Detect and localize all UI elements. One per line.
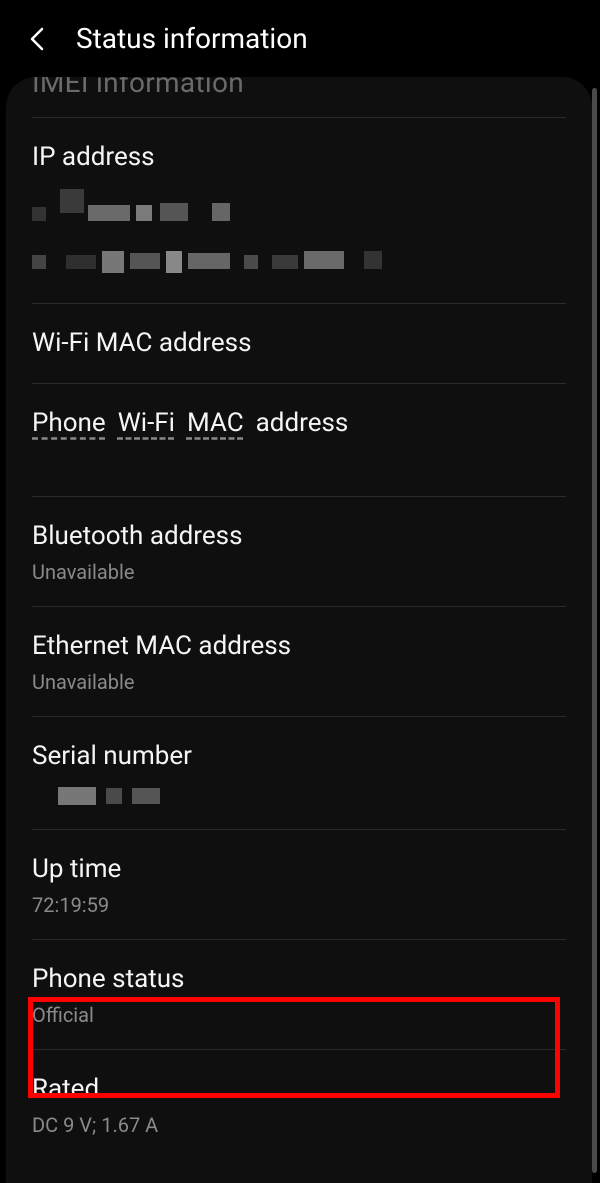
- list-item-rated[interactable]: Rated DC 9 V; 1.67 A: [32, 1049, 566, 1159]
- list-item-imei[interactable]: IMEI information: [32, 77, 566, 99]
- row-value: Official: [32, 1003, 566, 1027]
- list-item-phone-status[interactable]: Phone status Official: [32, 939, 566, 1049]
- row-label: Wi-Fi MAC address: [32, 326, 566, 361]
- list-item-bluetooth[interactable]: Bluetooth address Unavailable: [32, 496, 566, 606]
- list-item-ip-address[interactable]: IP address: [32, 117, 566, 303]
- row-label: Rated: [32, 1072, 566, 1107]
- list-item-wifi-mac[interactable]: Wi-Fi MAC address: [32, 303, 566, 383]
- row-label: Phone Wi-Fi MAC address: [32, 406, 566, 441]
- row-value: Unavailable: [32, 670, 566, 694]
- header: Status information: [0, 0, 600, 77]
- row-label: IMEI information: [32, 77, 244, 99]
- list-item-phone-wifi-mac[interactable]: Phone Wi-Fi MAC address: [32, 383, 566, 496]
- redacted-value: [32, 785, 566, 807]
- row-value: Unavailable: [32, 560, 566, 584]
- list-item-ethernet[interactable]: Ethernet MAC address Unavailable: [32, 606, 566, 716]
- row-value: DC 9 V; 1.67 A: [32, 1113, 566, 1137]
- list-item-serial[interactable]: Serial number: [32, 716, 566, 828]
- back-icon[interactable]: [28, 29, 48, 49]
- row-label: Bluetooth address: [32, 519, 566, 554]
- row-label: Serial number: [32, 739, 566, 774]
- row-label: Phone status: [32, 962, 566, 997]
- content-panel: IMEI information IP address: [6, 77, 592, 1183]
- row-label: Ethernet MAC address: [32, 629, 566, 664]
- row-value: 72:19:59: [32, 893, 566, 917]
- list-item-uptime[interactable]: Up time 72:19:59: [32, 829, 566, 939]
- row-label: IP address: [32, 140, 566, 175]
- scrollbar[interactable]: [592, 88, 597, 1173]
- page-title: Status information: [76, 22, 308, 55]
- redacted-value: [32, 195, 566, 269]
- row-label: Up time: [32, 852, 566, 887]
